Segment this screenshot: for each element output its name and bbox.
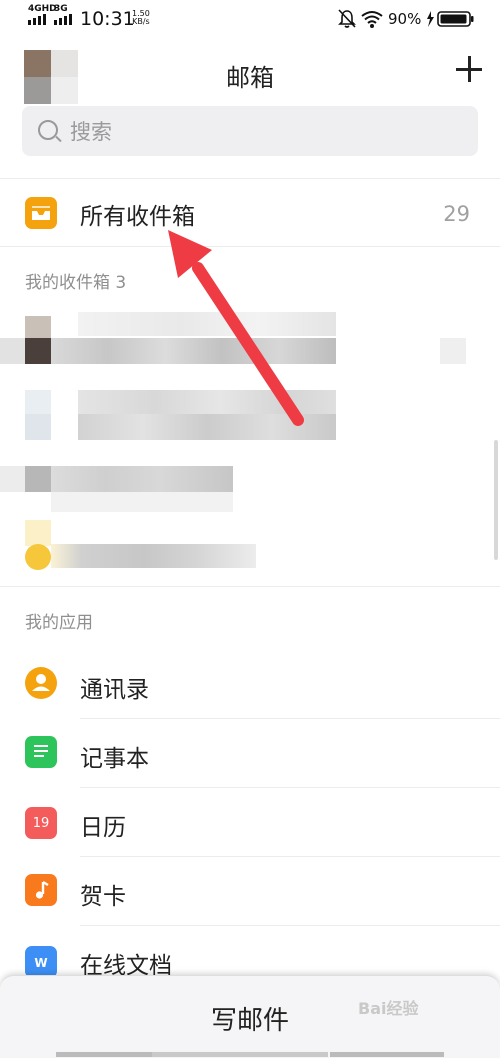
annotation-arrow [168,230,304,426]
home-indicator [152,1052,328,1057]
compose-button[interactable]: 写邮件 [0,1000,500,1037]
home-indicator [330,1052,444,1057]
compose-bar[interactable]: 写邮件 [0,975,500,1058]
watermark: Bai经验 [358,999,419,1018]
home-indicator [56,1052,152,1057]
